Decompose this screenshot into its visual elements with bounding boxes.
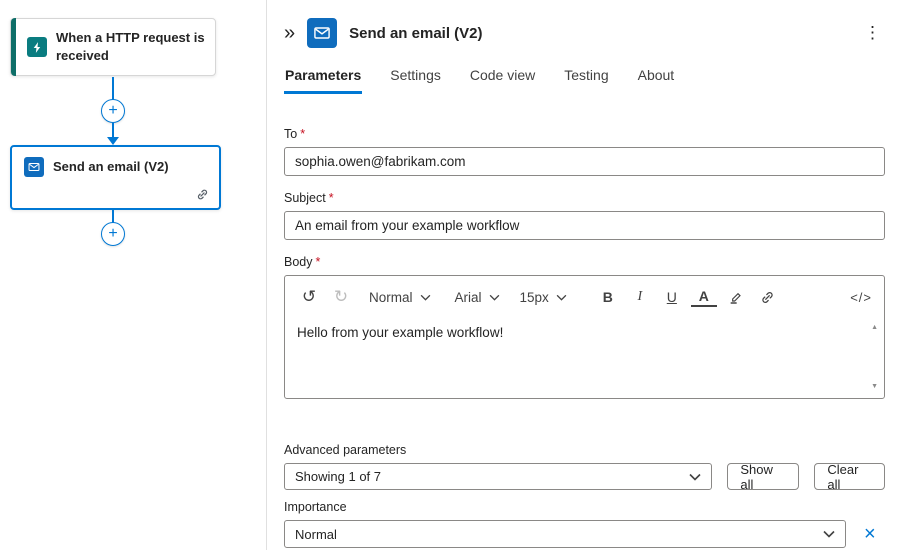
advanced-parameters-section: Advanced parameters Showing 1 of 7 Show … (284, 443, 885, 490)
action-config-panel: » Send an email (V2) ⋮ Parameters Settin… (266, 0, 900, 550)
body-label: Body* (284, 255, 885, 269)
importance-value: Normal (295, 527, 337, 542)
plus-icon: + (108, 226, 117, 242)
font-family-dropdown[interactable]: Arial (449, 283, 506, 311)
more-menu-icon[interactable]: ⋮ (860, 23, 885, 43)
show-all-button[interactable]: Show all (727, 463, 799, 490)
chevron-down-icon (689, 473, 701, 481)
tab-bar: Parameters Settings Code view Testing Ab… (284, 63, 885, 94)
code-view-icon[interactable]: </> (850, 283, 872, 311)
format-buttons: B I U A (595, 283, 781, 311)
http-trigger-icon (27, 37, 47, 57)
clear-all-button[interactable]: Clear all (814, 463, 885, 490)
add-step-button[interactable]: + (101, 222, 125, 246)
action-card-selected[interactable]: Send an email (V2) (10, 145, 221, 210)
connector-arrow-icon (107, 137, 119, 145)
remove-parameter-icon[interactable]: × (864, 524, 876, 544)
subject-label: Subject* (284, 191, 885, 205)
to-label: To* (284, 127, 885, 141)
scroll-up-icon[interactable]: ▲ (871, 324, 878, 331)
italic-icon[interactable]: I (627, 283, 653, 311)
to-value: sophia.owen@fabrikam.com (295, 154, 466, 169)
outlook-icon (24, 157, 44, 177)
parameters-form: To* sophia.owen@fabrikam.com Subject* An… (284, 127, 885, 548)
tab-parameters[interactable]: Parameters (284, 63, 362, 94)
required-asterisk: * (329, 191, 334, 205)
chevron-down-icon (823, 530, 835, 538)
importance-label: Importance (284, 500, 885, 514)
trigger-card[interactable]: When a HTTP request is received (10, 18, 216, 76)
bold-icon[interactable]: B (595, 283, 621, 311)
required-asterisk: * (316, 255, 321, 269)
connector-line (112, 123, 114, 137)
tab-settings[interactable]: Settings (389, 63, 442, 94)
link-icon[interactable] (755, 283, 781, 311)
importance-field: Importance Normal × (284, 500, 885, 548)
tab-code-view[interactable]: Code view (469, 63, 536, 94)
to-input[interactable]: sophia.owen@fabrikam.com (284, 147, 885, 176)
required-asterisk: * (300, 127, 305, 141)
outlook-icon (307, 18, 337, 48)
advanced-parameters-dropdown[interactable]: Showing 1 of 7 (284, 463, 712, 490)
tab-testing[interactable]: Testing (563, 63, 609, 94)
subject-input[interactable]: An email from your example workflow (284, 211, 885, 240)
body-rich-text-editor[interactable]: ↺ ↻ Normal Arial 15px B (284, 275, 885, 399)
advanced-parameters-label: Advanced parameters (284, 443, 885, 457)
connection-link-icon[interactable] (195, 187, 210, 202)
font-color-icon[interactable]: A (691, 288, 717, 307)
trigger-card-label: When a HTTP request is received (56, 29, 205, 64)
workflow-canvas: When a HTTP request is received + Send a… (0, 0, 266, 550)
scroll-down-icon[interactable]: ▼ (871, 383, 878, 390)
panel-title: Send an email (V2) (349, 25, 482, 42)
tab-about[interactable]: About (637, 63, 676, 94)
panel-header: » Send an email (V2) ⋮ (284, 16, 885, 50)
body-field: Body* ↺ ↻ Normal Arial 15px (284, 255, 885, 399)
underline-icon[interactable]: U (659, 283, 685, 311)
insert-step-button[interactable]: + (101, 99, 125, 123)
subject-value: An email from your example workflow (295, 218, 519, 233)
paragraph-style-dropdown[interactable]: Normal (363, 283, 437, 311)
subject-field: Subject* An email from your example work… (284, 191, 885, 240)
font-size-dropdown[interactable]: 15px (514, 283, 573, 311)
chevron-down-icon (489, 294, 500, 301)
to-field: To* sophia.owen@fabrikam.com (284, 127, 885, 176)
redo-icon[interactable]: ↻ (329, 283, 353, 311)
rich-text-toolbar: ↺ ↻ Normal Arial 15px B (285, 276, 884, 318)
plus-icon: + (108, 103, 117, 119)
body-value[interactable]: Hello from your example workflow! (285, 318, 884, 347)
highlight-icon[interactable] (723, 283, 749, 311)
importance-dropdown[interactable]: Normal (284, 520, 846, 548)
undo-icon[interactable]: ↺ (297, 283, 321, 311)
chevron-down-icon (556, 294, 567, 301)
connector-line (112, 77, 114, 100)
collapse-panel-icon[interactable]: » (284, 23, 295, 43)
advanced-parameters-value: Showing 1 of 7 (295, 469, 381, 484)
chevron-down-icon (420, 294, 431, 301)
action-card-label: Send an email (V2) (53, 158, 169, 176)
